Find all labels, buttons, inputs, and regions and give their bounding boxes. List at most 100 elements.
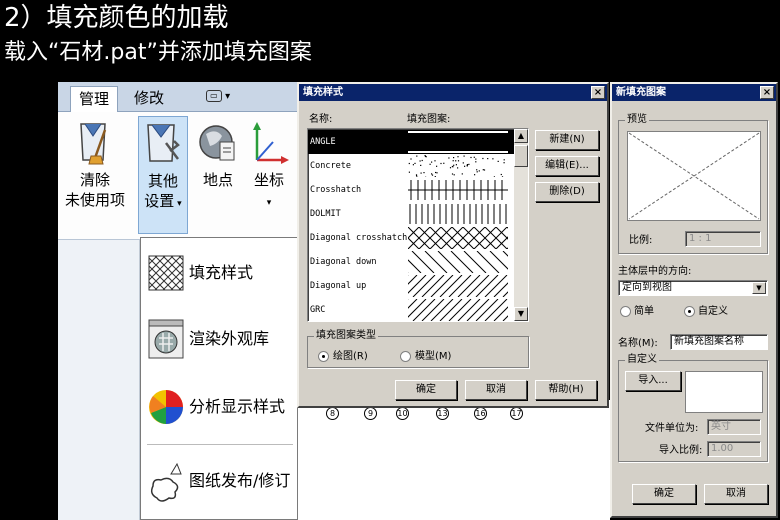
scroll-down-icon[interactable]: ▼ — [514, 307, 528, 321]
delete-pattern-button[interactable]: 删除(D) — [535, 182, 599, 202]
pattern-type-group: 填充图案类型 绘图(R) 模型(M) — [307, 330, 529, 368]
fill-pattern-row[interactable]: Crosshatch — [308, 178, 516, 202]
orientation-value: 定向到视图 — [622, 282, 672, 293]
edit-pattern-button[interactable]: 编辑(E)... — [535, 156, 599, 176]
fill-pattern-name: Concrete — [310, 161, 351, 171]
pattern-swatch — [408, 180, 508, 200]
fill-pattern-name: DOLMIT — [310, 209, 341, 219]
purge-unused-button[interactable]: 清除 未使用项 — [60, 120, 130, 210]
scale-label: 比例: — [629, 235, 653, 246]
ribbon-lower-strip — [58, 240, 140, 520]
pattern-swatch — [408, 227, 508, 249]
model-radio[interactable] — [400, 351, 411, 362]
fill-pattern-name: Diagonal down — [310, 257, 377, 267]
tab-modify[interactable]: 修改 — [126, 86, 172, 112]
fill-cancel-button[interactable]: 取消 — [465, 380, 527, 400]
scroll-thumb[interactable] — [514, 145, 528, 167]
ribbon-panel: 清除 未使用项 其他 设置 ▾ 地点 坐标 ▾ — [58, 112, 298, 240]
menu-item-sheet-issues[interactable]: 图纸发布/修订 — [141, 450, 297, 512]
ribbon-tab-bar: 管理 修改 ▭ ▾ — [58, 82, 298, 112]
drafting-radio[interactable] — [318, 351, 329, 362]
grid-bubble: 17 — [510, 407, 523, 420]
menu-separator — [147, 444, 293, 445]
fill-pattern-row[interactable]: GRC — [308, 298, 516, 321]
menu-item-analysis-styles[interactable]: 分析显示样式 — [141, 376, 297, 438]
fill-pattern-row[interactable]: Diagonal down — [308, 250, 516, 274]
orientation-select[interactable]: 定向到视图 ▼ — [618, 280, 768, 296]
fill-ok-button[interactable]: 确定 — [395, 380, 457, 400]
location-label: 地点 — [202, 171, 233, 189]
fill-pattern-row[interactable]: DOLMIT — [308, 202, 516, 226]
fill-dialog-title: 填充样式 — [303, 87, 343, 98]
panel-toggle-icon[interactable]: ▭ ▾ — [200, 90, 236, 106]
grid-markers: 8 9 10 13 16 17 — [326, 407, 526, 427]
menu-item-fill-patterns[interactable]: 填充样式 — [141, 242, 297, 304]
menu-label-fill-patterns: 填充样式 — [189, 263, 254, 282]
grid-bubble: 9 — [364, 407, 377, 420]
settings-sheet-icon — [147, 124, 180, 162]
close-icon[interactable]: × — [760, 86, 774, 99]
custom-radio[interactable] — [684, 306, 695, 317]
fill-pattern-row[interactable]: ANGLE — [308, 130, 516, 154]
name-column-label: 名称: — [309, 114, 333, 125]
hatch-pattern-icon — [148, 255, 184, 291]
import-button[interactable]: 导入... — [625, 371, 681, 391]
grid-bubble: 10 — [396, 407, 409, 420]
pattern-name-label: 名称(M): — [618, 338, 658, 349]
menu-item-render-library[interactable]: 渲染外观库 — [141, 308, 297, 370]
fill-patterns-dialog: 填充样式 × 名称: 填充图案: ANGLE Concrete Crosshatch… — [297, 82, 609, 408]
coordinates-button[interactable]: 坐标 ▾ — [246, 120, 292, 213]
preview-group-title: 预览 — [625, 114, 649, 126]
pattern-swatch — [408, 131, 508, 153]
fill-pattern-row[interactable]: Diagonal up — [308, 274, 516, 298]
simple-radio-label: 简单 — [634, 306, 654, 317]
import-scale-field: 1.00 — [707, 441, 761, 457]
sheet-issues-icon — [150, 462, 182, 502]
fill-pattern-row[interactable]: Diagonal crosshatch — [308, 226, 516, 250]
fill-pattern-name: Crosshatch — [310, 185, 362, 195]
custom-radio-label: 自定义 — [698, 306, 728, 317]
simple-radio[interactable] — [620, 306, 631, 317]
new-pattern-ok-button[interactable]: 确定 — [632, 484, 696, 504]
scale-field: 1 : 1 — [685, 231, 761, 247]
pattern-swatch — [408, 251, 508, 273]
fill-pattern-list[interactable]: ANGLE Concrete Crosshatch DOLMIT Diagonal cr… — [307, 128, 529, 322]
fill-pattern-name: GRC — [310, 305, 326, 315]
preview-box — [627, 131, 761, 221]
list-scrollbar[interactable]: ▲ ▼ — [514, 129, 528, 321]
axes-icon — [253, 122, 289, 164]
grid-bubble: 16 — [474, 407, 487, 420]
pattern-type-group-title: 填充图案类型 — [314, 330, 378, 342]
other-settings-button[interactable]: 其他 设置 ▾ — [138, 116, 188, 234]
grid-bubble: 8 — [326, 407, 339, 420]
fill-pattern-row[interactable]: Concrete — [308, 154, 516, 178]
menu-label-analysis-styles: 分析显示样式 — [189, 397, 286, 416]
fill-pattern-name: Diagonal up — [310, 281, 367, 291]
pattern-swatch — [408, 275, 508, 297]
custom-group: 自定义 导入... 文件单位为: 英寸 导入比例: 1.00 — [618, 354, 768, 462]
location-button[interactable]: 地点 — [196, 120, 240, 190]
new-fill-pattern-dialog: 新填充图案 × 预览 比例: 1 : 1 主体层中的方向: 定向到视图 ▼ 简单… — [610, 82, 778, 518]
purge-label-1: 清除 — [79, 171, 110, 189]
coordinates-dropdown-icon[interactable]: ▾ — [267, 198, 272, 208]
other-settings-label-2: 设置 — [144, 192, 175, 210]
slide-subtitle: 载入“石材.pat”并添加填充图案 — [4, 40, 312, 65]
render-library-icon — [148, 319, 184, 359]
pattern-name-input[interactable]: 新填充图案名称 — [670, 334, 768, 350]
file-units-label: 文件单位为: — [645, 423, 699, 434]
purge-icon — [80, 123, 107, 165]
new-pattern-button[interactable]: 新建(N) — [535, 130, 599, 150]
close-icon[interactable]: × — [591, 86, 605, 99]
tab-manage[interactable]: 管理 — [70, 86, 119, 112]
menu-label-render-library: 渲染外观库 — [189, 329, 270, 348]
new-pattern-titlebar: 新填充图案 — [612, 84, 776, 101]
chevron-down-icon[interactable]: ▼ — [752, 282, 766, 294]
new-pattern-cancel-button[interactable]: 取消 — [704, 484, 768, 504]
fill-help-button[interactable]: 帮助(H) — [535, 380, 597, 400]
analysis-style-icon — [149, 390, 183, 424]
pattern-column-label: 填充图案: — [407, 114, 451, 125]
file-units-field: 英寸 — [707, 419, 761, 435]
scroll-up-icon[interactable]: ▲ — [514, 129, 528, 143]
model-radio-label: 模型(M) — [415, 351, 452, 362]
other-settings-dropdown: 填充样式 渲染外观库 分析显示样式 图纸发布/修订 — [140, 237, 298, 520]
